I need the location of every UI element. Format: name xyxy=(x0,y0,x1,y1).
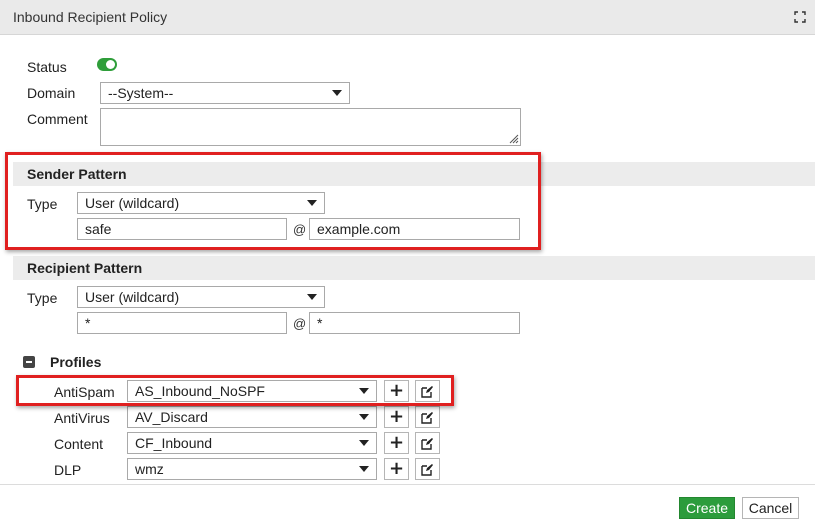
recipient-at-sign: @ xyxy=(293,316,307,331)
sender-domain-input[interactable]: example.com xyxy=(309,218,520,240)
edit-icon xyxy=(421,437,433,450)
recipient-type-select[interactable]: User (wildcard) xyxy=(77,286,325,308)
chevron-down-icon xyxy=(307,294,317,300)
comment-textarea[interactable] xyxy=(100,108,521,146)
dlp-add-button[interactable]: + xyxy=(384,458,409,480)
antivirus-profile-select[interactable]: AV_Discard xyxy=(127,406,377,428)
dlp-edit-button[interactable] xyxy=(415,458,440,480)
comment-label: Comment xyxy=(27,111,88,127)
dialog-title: Inbound Recipient Policy xyxy=(13,9,168,25)
recipient-pattern-header: Recipient Pattern xyxy=(13,256,815,280)
status-toggle[interactable] xyxy=(97,58,117,71)
profile-label-antispam: AntiSpam xyxy=(54,384,115,400)
plus-icon: + xyxy=(388,432,405,453)
footer-divider xyxy=(0,484,815,485)
sender-pattern-title: Sender Pattern xyxy=(27,166,127,182)
recipient-user-input[interactable]: * xyxy=(77,312,287,334)
antispam-add-button[interactable]: + xyxy=(384,380,409,402)
status-label: Status xyxy=(27,59,67,75)
sender-pattern-header: Sender Pattern xyxy=(13,162,815,186)
profile-label-antivirus: AntiVirus xyxy=(54,410,110,426)
recipient-type-label: Type xyxy=(27,290,58,306)
chevron-down-icon xyxy=(359,440,369,446)
content-profile-value: CF_Inbound xyxy=(135,435,213,451)
content-profile-select[interactable]: CF_Inbound xyxy=(127,432,377,454)
content-edit-button[interactable] xyxy=(415,432,440,454)
antispam-profile-select[interactable]: AS_Inbound_NoSPF xyxy=(127,380,377,402)
recipient-type-value: User (wildcard) xyxy=(85,289,180,305)
recipient-domain-value: * xyxy=(317,315,323,331)
antispam-profile-value: AS_Inbound_NoSPF xyxy=(135,383,265,399)
antivirus-add-button[interactable]: + xyxy=(384,406,409,428)
edit-icon xyxy=(421,385,433,398)
dlp-profile-select[interactable]: wmz xyxy=(127,458,377,480)
plus-icon: + xyxy=(388,380,405,401)
plus-icon: + xyxy=(388,458,405,479)
chevron-down-icon xyxy=(359,388,369,394)
edit-icon xyxy=(421,411,433,424)
sender-at-sign: @ xyxy=(293,222,307,237)
chevron-down-icon xyxy=(359,466,369,472)
cancel-button[interactable]: Cancel xyxy=(742,497,799,519)
dlp-profile-value: wmz xyxy=(135,461,164,477)
sender-user-input[interactable]: safe xyxy=(77,218,287,240)
antivirus-profile-value: AV_Discard xyxy=(135,409,208,425)
maximize-icon[interactable] xyxy=(794,11,806,23)
recipient-domain-input[interactable]: * xyxy=(309,312,520,334)
antivirus-edit-button[interactable] xyxy=(415,406,440,428)
sender-type-select[interactable]: User (wildcard) xyxy=(77,192,325,214)
chevron-down-icon xyxy=(359,414,369,420)
toggle-knob xyxy=(106,60,115,69)
chevron-down-icon xyxy=(307,200,317,206)
create-button[interactable]: Create xyxy=(679,497,735,519)
sender-type-value: User (wildcard) xyxy=(85,195,180,211)
profiles-title: Profiles xyxy=(50,354,102,370)
plus-icon: + xyxy=(388,406,405,427)
sender-type-label: Type xyxy=(27,196,58,212)
chevron-down-icon xyxy=(332,90,342,96)
domain-select-value: --System-- xyxy=(108,85,174,101)
content-add-button[interactable]: + xyxy=(384,432,409,454)
dialog-titlebar: Inbound Recipient Policy xyxy=(0,0,815,35)
resize-grip-icon[interactable] xyxy=(509,134,519,144)
recipient-pattern-title: Recipient Pattern xyxy=(27,260,143,276)
profile-label-dlp: DLP xyxy=(54,462,82,478)
sender-domain-value: example.com xyxy=(317,221,401,237)
profile-label-content: Content xyxy=(54,436,104,452)
recipient-user-value: * xyxy=(85,315,91,331)
collapse-icon[interactable] xyxy=(23,356,35,368)
antispam-edit-button[interactable] xyxy=(415,380,440,402)
domain-label: Domain xyxy=(27,85,76,101)
domain-select[interactable]: --System-- xyxy=(100,82,350,104)
sender-user-value: safe xyxy=(85,221,112,237)
edit-icon xyxy=(421,463,433,476)
